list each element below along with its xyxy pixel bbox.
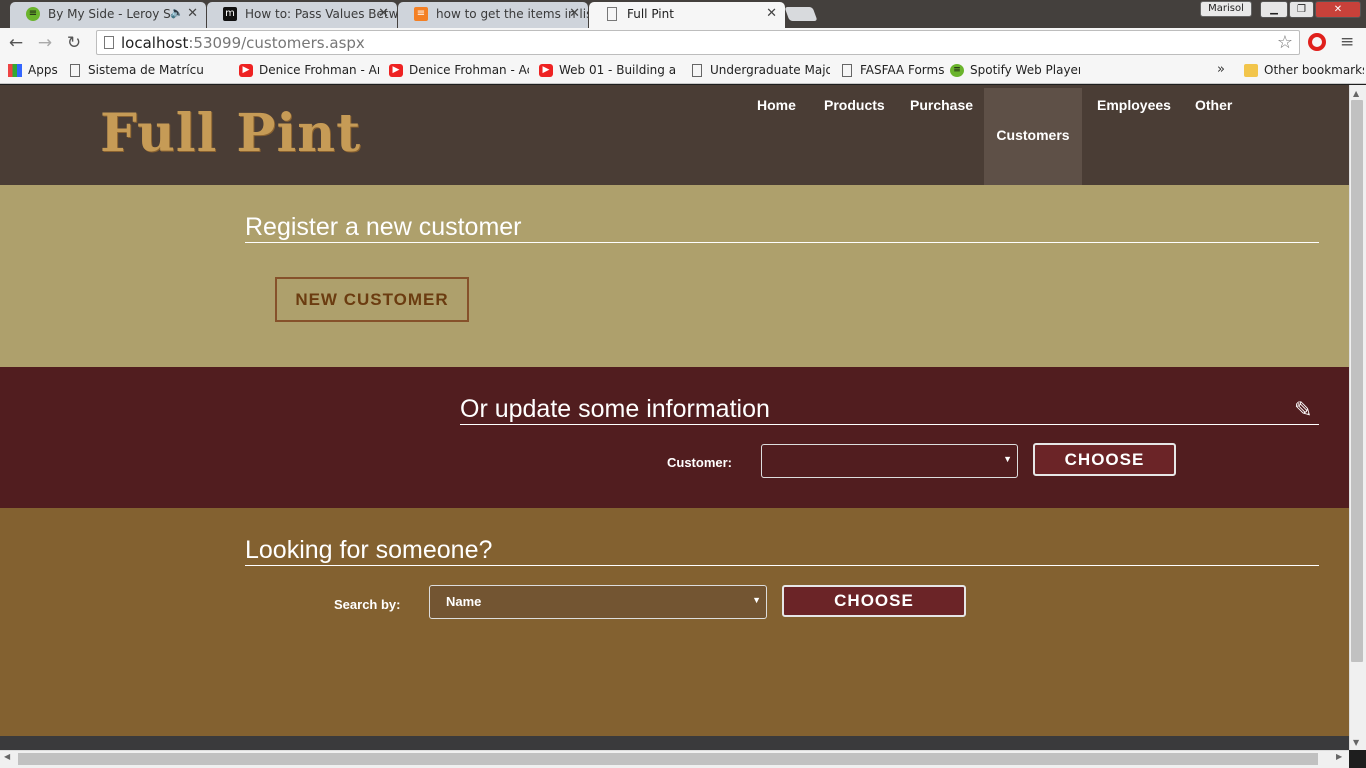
- url-host: localhost: [121, 34, 189, 52]
- choose-customer-button[interactable]: CHOOSE: [1033, 443, 1176, 476]
- chevron-down-icon: ▼: [1003, 454, 1012, 464]
- page-icon: [607, 7, 617, 21]
- page-content: Full Pint Home Products Purchase Custome…: [0, 85, 1349, 736]
- vertical-scroll-thumb[interactable]: [1351, 100, 1363, 662]
- scroll-down-arrow-icon[interactable]: ▼: [1353, 738, 1359, 747]
- bookmark-apps[interactable]: Apps: [8, 63, 60, 77]
- tab-how-to[interactable]: m How to: Pass Values Betw ✕: [207, 2, 397, 28]
- bookmark-denice-1[interactable]: ▶ Denice Frohman - And: [239, 63, 379, 77]
- bookmark-sistema[interactable]: Sistema de Matrícula: [68, 63, 203, 77]
- page-icon: [104, 36, 114, 49]
- close-icon[interactable]: ✕: [378, 6, 389, 21]
- bookmarks-bar: Apps Sistema de Matrícula ▶ Denice Frohma…: [0, 58, 1366, 84]
- customer-label: Customer:: [667, 455, 733, 470]
- search-section: Looking for someone? Search by: Name ▼ C…: [0, 508, 1349, 736]
- horizontal-scroll-thumb[interactable]: [18, 753, 1318, 765]
- m-icon: m: [223, 7, 237, 21]
- other-bookmarks[interactable]: Other bookmarks: [1244, 63, 1364, 77]
- star-icon[interactable]: ☆: [1277, 32, 1293, 53]
- stack-icon: ≡: [414, 7, 428, 21]
- bookmarks-overflow-icon[interactable]: »: [1217, 62, 1225, 77]
- close-icon[interactable]: ✕: [766, 6, 777, 21]
- choose-search-button[interactable]: CHOOSE: [782, 585, 966, 617]
- restore-button[interactable]: ❐: [1289, 1, 1314, 18]
- browser-toolbar: ← → ↻ localhost:53099/customers.aspx ☆ ≡: [0, 28, 1366, 58]
- search-by-select[interactable]: Name ▼: [429, 585, 767, 619]
- scroll-up-arrow-icon[interactable]: ▲: [1353, 89, 1359, 98]
- register-title: Register a new customer: [245, 213, 1319, 243]
- close-icon[interactable]: ✕: [187, 6, 198, 21]
- search-by-label: Search by:: [334, 597, 401, 612]
- youtube-icon: ▶: [389, 64, 403, 77]
- spotify-icon: ≡: [950, 64, 964, 77]
- profile-button[interactable]: Marisol: [1200, 1, 1252, 17]
- scroll-right-arrow-icon[interactable]: ▶: [1336, 752, 1342, 761]
- opera-extension-icon[interactable]: [1308, 33, 1326, 51]
- bookmark-spotify[interactable]: ≡ Spotify Web Player: [950, 63, 1080, 77]
- new-customer-button[interactable]: NEW CUSTOMER: [275, 277, 469, 322]
- search-by-select-value: Name: [446, 594, 482, 609]
- youtube-icon: ▶: [539, 64, 553, 77]
- pencil-icon: ✎: [1294, 397, 1313, 422]
- bookmark-label: Denice Frohman - Acc: [409, 63, 529, 77]
- scroll-left-arrow-icon[interactable]: ◀: [4, 752, 10, 761]
- page-footer: [0, 736, 1349, 750]
- page-icon: [842, 64, 852, 77]
- update-title: Or update some information: [460, 395, 1319, 425]
- tab-spotify[interactable]: ≡ By My Side - Leroy S 🔈 ✕: [10, 2, 206, 28]
- site-header: Full Pint Home Products Purchase Custome…: [0, 85, 1349, 185]
- chevron-down-icon: ▼: [752, 595, 761, 605]
- site-logo[interactable]: Full Pint: [100, 103, 361, 164]
- tab-title: Full Pint: [627, 7, 674, 21]
- menu-icon[interactable]: ≡: [1340, 32, 1354, 52]
- nav-home[interactable]: Home: [757, 97, 796, 113]
- bookmark-label: Sistema de Matrícula: [88, 63, 203, 77]
- page-icon: [692, 64, 702, 77]
- bookmark-fasfaa[interactable]: FASFAA Forms: [840, 63, 945, 77]
- bookmark-undergrad[interactable]: Undergraduate Major: [690, 63, 830, 77]
- tab-title: How to: Pass Values Betw: [245, 7, 397, 21]
- new-tab-button[interactable]: [784, 7, 818, 21]
- bookmark-label: Other bookmarks: [1264, 63, 1364, 77]
- bookmark-label: Denice Frohman - And: [259, 63, 379, 77]
- customer-select[interactable]: ▼: [761, 444, 1018, 478]
- nav-purchase[interactable]: Purchase: [910, 97, 973, 113]
- tab-stackoverflow[interactable]: ≡ how to get the items in lis ✕: [398, 2, 588, 28]
- bookmark-label: Web 01 - Building a D: [559, 63, 679, 77]
- nav-other[interactable]: Other: [1195, 97, 1232, 113]
- bookmark-label: Apps: [28, 63, 58, 77]
- bookmark-denice-2[interactable]: ▶ Denice Frohman - Acc: [389, 63, 529, 77]
- youtube-icon: ▶: [239, 64, 253, 77]
- nav-products[interactable]: Products: [824, 97, 885, 113]
- reload-icon[interactable]: ↻: [63, 32, 85, 54]
- bookmark-web01[interactable]: ▶ Web 01 - Building a D: [539, 63, 679, 77]
- bookmark-label: Spotify Web Player: [970, 63, 1080, 77]
- nav-customers[interactable]: Customers: [984, 88, 1082, 185]
- update-section: Or update some information ✎ Customer: ▼…: [0, 367, 1349, 508]
- nav-employees[interactable]: Employees: [1097, 97, 1171, 113]
- back-icon[interactable]: ←: [5, 32, 27, 54]
- bookmark-label: Undergraduate Major: [710, 63, 830, 77]
- tab-strip: ≡ By My Side - Leroy S 🔈 ✕ m How to: Pas…: [0, 0, 1366, 28]
- minimize-button[interactable]: ▁: [1260, 1, 1288, 18]
- spotify-icon: ≡: [26, 7, 40, 21]
- close-icon[interactable]: ✕: [569, 6, 580, 21]
- bookmark-label: FASFAA Forms: [860, 63, 945, 77]
- tab-full-pint[interactable]: Full Pint ✕: [589, 2, 785, 28]
- tab-title: By My Side - Leroy S: [48, 7, 171, 21]
- search-title: Looking for someone?: [245, 536, 1319, 566]
- folder-icon: [1244, 64, 1258, 77]
- address-bar[interactable]: localhost:53099/customers.aspx ☆: [96, 30, 1300, 55]
- url-path: :53099/customers.aspx: [188, 34, 365, 52]
- close-window-button[interactable]: ✕: [1315, 1, 1361, 18]
- apps-icon: [8, 64, 22, 77]
- register-section: Register a new customer NEW CUSTOMER: [0, 185, 1349, 367]
- tab-title: how to get the items in lis: [436, 7, 588, 21]
- forward-icon[interactable]: →: [34, 32, 56, 54]
- audio-icon[interactable]: 🔈: [170, 6, 184, 19]
- page-icon: [70, 64, 80, 77]
